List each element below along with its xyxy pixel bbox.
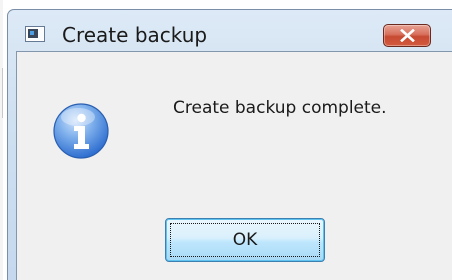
desktop-screen: Create backup Create backup complete. OK	[0, 0, 452, 280]
dialog-message: Create backup complete.	[173, 98, 387, 118]
create-backup-dialog: Create backup Create backup complete. OK	[7, 9, 452, 280]
information-icon	[53, 103, 109, 159]
background-window-edge	[0, 0, 3, 280]
background-window-border	[2, 68, 3, 118]
ok-button-label: OK	[232, 230, 258, 250]
title-bar[interactable]: Create backup	[8, 10, 452, 50]
application-window-icon	[25, 26, 45, 42]
close-button[interactable]	[383, 24, 431, 47]
close-icon	[400, 29, 415, 42]
dialog-client-area: Create backup complete. OK	[16, 51, 452, 280]
ok-button[interactable]: OK	[165, 218, 325, 262]
window-title: Create backup	[62, 23, 208, 47]
